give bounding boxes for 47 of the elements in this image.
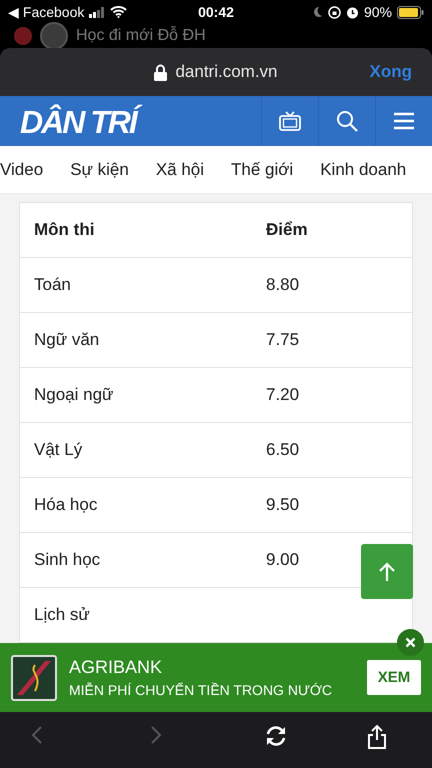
table-cell-text: 7.20 bbox=[266, 385, 300, 405]
lock-icon bbox=[154, 64, 168, 80]
ad-text: MIỄN PHÍ CHUYỂN TIỀN TRONG NƯỚC bbox=[69, 682, 334, 698]
battery-icon bbox=[397, 6, 424, 18]
arrow-up-icon bbox=[378, 562, 396, 582]
bank-logo-icon bbox=[11, 654, 57, 700]
table-cell-text: 9.50 bbox=[266, 495, 300, 515]
app-icon bbox=[14, 27, 32, 45]
clock-time: 00:42 bbox=[198, 4, 234, 20]
wifi-icon bbox=[110, 6, 128, 18]
table-cell-text: Toán bbox=[33, 275, 72, 295]
close-icon[interactable] bbox=[397, 629, 424, 656]
table-cell-text: Ngữ văn bbox=[33, 330, 100, 350]
nav-link[interactable]: Thế giới bbox=[231, 160, 294, 180]
table-cell-text: Sinh học bbox=[33, 550, 102, 570]
done-button[interactable]: Xong bbox=[370, 62, 412, 82]
menu-icon[interactable] bbox=[393, 111, 415, 131]
table-cell-text: 7.75 bbox=[266, 330, 300, 350]
share-icon[interactable] bbox=[367, 725, 387, 749]
ad-title: AGRIBANK bbox=[69, 657, 164, 678]
page-url: dantri.com.vn bbox=[175, 62, 278, 82]
nav-link[interactable]: Sự kiện bbox=[70, 160, 129, 180]
refresh-icon[interactable] bbox=[264, 725, 288, 747]
ad-banner[interactable]: AGRIBANK MIỄN PHÍ CHUYỂN TIỀN TRONG NƯỚC XEM bbox=[0, 643, 432, 712]
background-app-title: Học đi mới Đỗ ĐH bbox=[76, 27, 206, 45]
column-header: Điểm bbox=[266, 220, 309, 240]
rotation-lock-icon bbox=[328, 6, 341, 18]
nav-link[interactable]: Video bbox=[0, 160, 44, 180]
table-cell-text: Vật Lý bbox=[33, 440, 84, 460]
table-cell-text: Lịch sử bbox=[33, 605, 91, 625]
battery-percent: 90% bbox=[364, 4, 392, 20]
view-button[interactable]: XEM bbox=[367, 660, 421, 695]
moon-icon bbox=[312, 6, 323, 18]
table-cell-text: Ngoại ngữ bbox=[33, 385, 114, 405]
tv-icon[interactable] bbox=[278, 109, 302, 133]
alarm-icon bbox=[346, 6, 359, 18]
signal-icon bbox=[89, 6, 106, 18]
back-to-app-link[interactable]: ◀ Facebook bbox=[8, 4, 84, 20]
scroll-to-top-button[interactable] bbox=[361, 544, 413, 599]
column-header: Môn thi bbox=[33, 220, 96, 240]
nav-link[interactable]: Xã hội bbox=[156, 160, 204, 180]
nav-link[interactable]: Kinh doanh bbox=[320, 160, 406, 180]
search-icon[interactable] bbox=[335, 109, 359, 133]
table-cell-text: 9.00 bbox=[266, 550, 300, 570]
table-cell-text: Hóa học bbox=[33, 495, 98, 515]
table-cell-text: 6.50 bbox=[266, 440, 300, 460]
table-cell-text: 8.80 bbox=[266, 275, 300, 295]
